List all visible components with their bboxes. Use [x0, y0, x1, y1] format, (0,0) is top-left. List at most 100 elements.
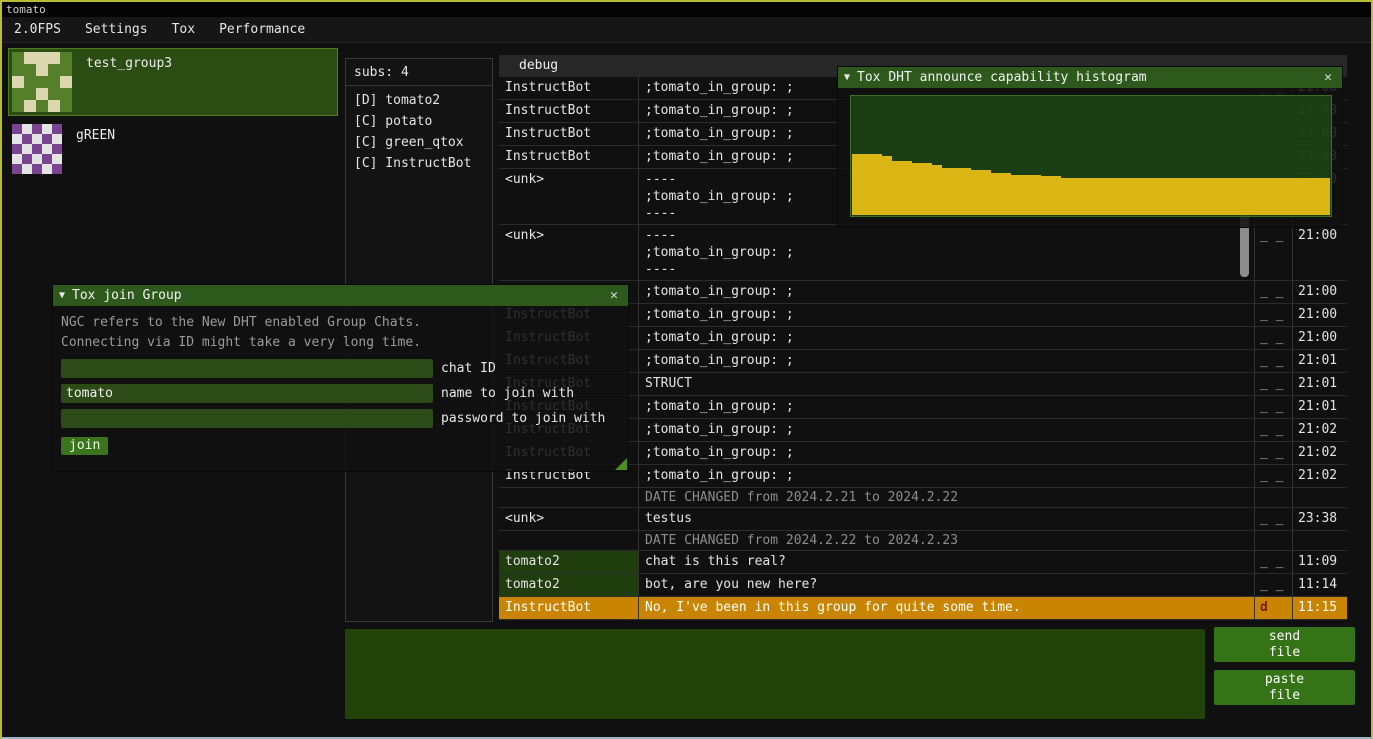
message-time: 21:00: [1293, 327, 1347, 349]
message-sender: InstructBot: [499, 77, 639, 99]
join-button[interactable]: join: [61, 437, 108, 455]
group-item-test-group3[interactable]: test_group3: [8, 48, 338, 116]
message-flags: _ _: [1255, 508, 1293, 530]
collapse-icon[interactable]: ▼: [844, 72, 850, 83]
message-flags: _ _: [1255, 396, 1293, 418]
message-input[interactable]: [345, 629, 1205, 719]
message-sender: InstructBot: [499, 100, 639, 122]
message-time: 21:02: [1293, 465, 1347, 487]
histogram-bar: [862, 154, 872, 215]
menu-item-performance[interactable]: Performance: [207, 17, 317, 43]
histogram-bar: [1290, 178, 1300, 215]
dht-histogram-bars: [852, 97, 1330, 215]
message-flags: _ _: [1255, 419, 1293, 441]
message-sender: tomato2: [499, 574, 639, 596]
histogram-bar: [902, 161, 912, 215]
histogram-bar: [971, 170, 981, 215]
join-group-titlebar[interactable]: ▼ Tox join Group ✕: [53, 285, 628, 306]
message-text: ;tomato_in_group: ;: [639, 419, 1255, 441]
chat-message-row[interactable]: <unk>testus_ _23:38: [499, 508, 1347, 531]
histogram-bar: [1151, 178, 1161, 215]
message-text: ;tomato_in_group: ;: [639, 327, 1255, 349]
histogram-bar: [1051, 176, 1061, 215]
histogram-bar: [852, 154, 862, 215]
message-text: ;tomato_in_group: ;: [639, 442, 1255, 464]
menu-item-tox[interactable]: Tox: [160, 17, 207, 43]
histogram-bar: [882, 156, 892, 215]
histogram-bar: [1111, 178, 1121, 215]
menu-item-2-0fps[interactable]: 2.0FPS: [2, 17, 73, 43]
peer-item-d-tomato2[interactable]: [D] tomato2: [346, 90, 492, 111]
join-input-name-to-join-with[interactable]: tomato: [61, 384, 433, 403]
message-text: testus: [639, 508, 1255, 530]
histogram-bar: [1101, 178, 1111, 215]
group-item-green[interactable]: gREEN: [8, 120, 338, 178]
histogram-bar: [1240, 178, 1250, 215]
join-field-row: chat ID: [61, 359, 620, 378]
join-input-chat-id[interactable]: [61, 359, 433, 378]
histogram-bar: [1091, 178, 1101, 215]
histogram-bar: [1161, 178, 1171, 215]
send-file-button[interactable]: send file: [1214, 627, 1355, 662]
message-text: ;tomato_in_group: ;: [639, 465, 1255, 487]
peer-item-c-instructbot[interactable]: [C] InstructBot: [346, 153, 492, 174]
message-time: 21:01: [1293, 373, 1347, 395]
histogram-bar: [872, 154, 882, 215]
dht-histogram-titlebar[interactable]: ▼ Tox DHT announce capability histogram …: [838, 67, 1342, 88]
message-time: 23:38: [1293, 508, 1347, 530]
resize-grip-icon[interactable]: [615, 458, 627, 470]
chat-message-row[interactable]: tomato2chat is this real?_ _11:09: [499, 551, 1347, 574]
message-flags: _ _: [1255, 465, 1293, 487]
chat-message-row[interactable]: tomato2bot, are you new here?_ _11:14: [499, 574, 1347, 597]
os-window-title: tomato: [2, 2, 1371, 17]
message-sender: <unk>: [499, 508, 639, 530]
histogram-bar: [912, 163, 922, 215]
date-changed-row[interactable]: DATE CHANGED from 2024.2.21 to 2024.2.22: [499, 488, 1347, 508]
message-flags: _ _: [1255, 551, 1293, 573]
message-text: No, I've been in this group for quite so…: [639, 597, 1255, 619]
chat-message-row[interactable]: InstructBotNo, I've been in this group f…: [499, 597, 1347, 620]
histogram-bar: [1210, 178, 1220, 215]
histogram-bar: [1021, 175, 1031, 215]
histogram-bar: [1320, 178, 1330, 215]
message-text: DATE CHANGED from 2024.2.22 to 2024.2.23: [639, 531, 1255, 550]
histogram-bar: [961, 168, 971, 215]
group-avatar-icon: [12, 52, 72, 112]
message-flags: _ _: [1255, 574, 1293, 596]
message-text: ;tomato_in_group: ;: [639, 396, 1255, 418]
message-flags: [1255, 488, 1293, 507]
message-sender: InstructBot: [499, 123, 639, 145]
message-time: 21:00: [1293, 304, 1347, 326]
message-sender: InstructBot: [499, 597, 639, 619]
paste-file-button[interactable]: paste file: [1214, 670, 1355, 705]
date-changed-row[interactable]: DATE CHANGED from 2024.2.22 to 2024.2.23: [499, 531, 1347, 551]
collapse-icon[interactable]: ▼: [59, 290, 65, 301]
histogram-bar: [1190, 178, 1200, 215]
join-field-row: tomatoname to join with: [61, 384, 620, 403]
peer-item-c-potato[interactable]: [C] potato: [346, 111, 492, 132]
message-time: 21:02: [1293, 419, 1347, 441]
message-time: 21:01: [1293, 350, 1347, 372]
peers-count-header: subs: 4: [346, 59, 492, 86]
histogram-bar: [1141, 178, 1151, 215]
join-field-row: password to join with: [61, 409, 620, 428]
join-field-label: chat ID: [441, 361, 496, 376]
histogram-bar: [1011, 175, 1021, 215]
join-input-password-to-join-with[interactable]: [61, 409, 433, 428]
histogram-bar: [1180, 178, 1190, 215]
menu-item-settings[interactable]: Settings: [73, 17, 160, 43]
peer-item-c-green-qtox[interactable]: [C] green_qtox: [346, 132, 492, 153]
close-icon[interactable]: ✕: [606, 288, 622, 303]
close-icon[interactable]: ✕: [1320, 70, 1336, 85]
message-time: [1293, 488, 1347, 507]
message-time: 21:01: [1293, 396, 1347, 418]
histogram-bar: [1270, 178, 1280, 215]
histogram-bar: [1300, 178, 1310, 215]
chat-message-row[interactable]: <unk>---- ;tomato_in_group: ; ----_ _21:…: [499, 225, 1347, 281]
join-info-line: Connecting via ID might take a very long…: [61, 333, 620, 353]
histogram-bar: [991, 173, 1001, 215]
message-flags: d: [1255, 597, 1293, 619]
message-flags: _ _: [1255, 281, 1293, 303]
histogram-bar: [981, 170, 991, 215]
message-flags: [1255, 531, 1293, 550]
